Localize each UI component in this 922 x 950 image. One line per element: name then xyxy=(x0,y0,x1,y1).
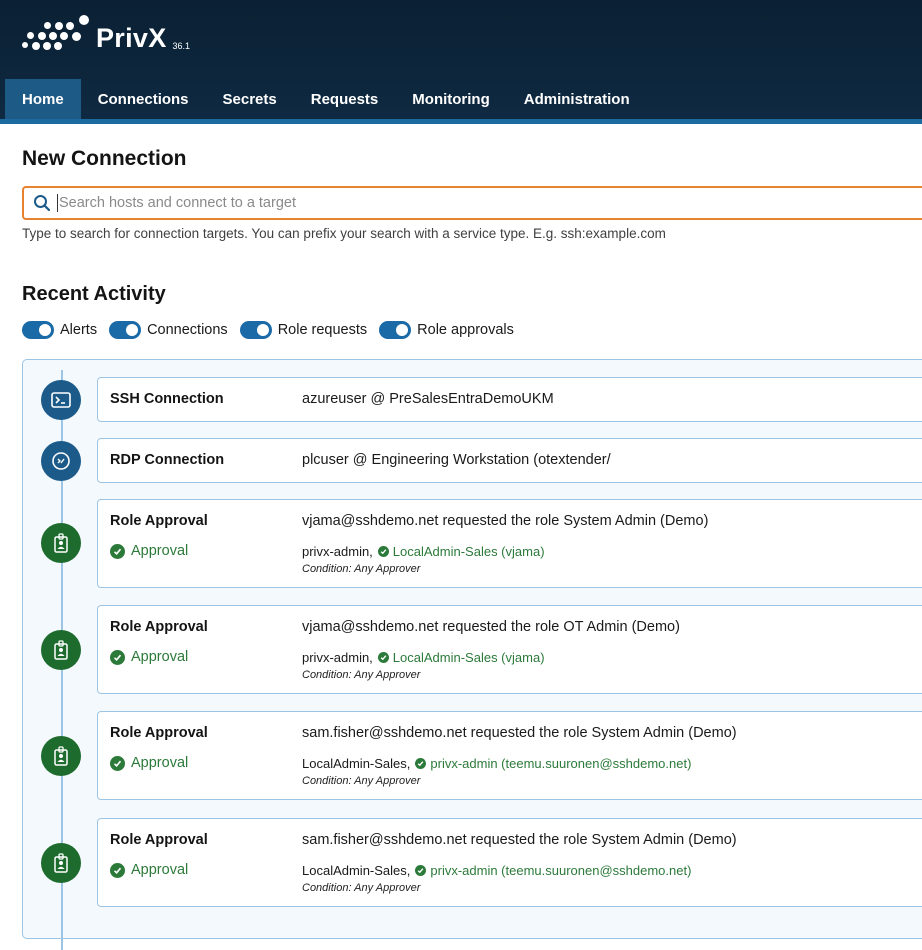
badge-icon xyxy=(41,843,81,883)
approver-approved: LocalAdmin-Sales (vjama) xyxy=(377,650,545,665)
badge-icon xyxy=(41,736,81,776)
approval-status: Approval xyxy=(110,755,188,771)
activity-description: vjama@sshdemo.net requested the role OT … xyxy=(302,619,680,635)
approval-condition: Condition: Any Approver xyxy=(302,669,421,681)
activity-type: Role Approval xyxy=(110,725,208,741)
approver-pending: LocalAdmin-Sales, xyxy=(302,756,411,771)
check-circle-icon xyxy=(110,862,125,878)
filter-connections[interactable]: Connections xyxy=(109,321,228,339)
approval-condition: Condition: Any Approver xyxy=(302,563,421,575)
activity-card[interactable]: RDP Connection plcuser @ Engineering Wor… xyxy=(97,438,922,483)
activity-card[interactable]: Role Approval vjama@sshdemo.net requeste… xyxy=(97,605,922,694)
brand-version: 36.1 xyxy=(172,41,191,51)
filter-label: Connections xyxy=(147,322,228,338)
search-icon xyxy=(31,192,53,214)
terminal-icon xyxy=(41,380,81,420)
filter-label: Alerts xyxy=(60,322,98,338)
approver-approved: privx-admin (teemu.suuronen@sshdemo.net) xyxy=(415,863,691,878)
approval-condition: Condition: Any Approver xyxy=(302,882,421,894)
approver-name: LocalAdmin-Sales (vjama) xyxy=(392,544,545,559)
activity-card[interactable]: Role Approval vjama@sshdemo.net requeste… xyxy=(97,499,922,588)
check-circle-icon xyxy=(377,546,389,557)
badge-icon xyxy=(41,523,81,563)
brand-name: PrivX xyxy=(96,23,167,53)
status-label: Approval xyxy=(131,755,189,771)
app-header: PrivX 36.1 Home Connections Secrets Requ… xyxy=(0,0,922,124)
status-label: Approval xyxy=(131,862,189,878)
filter-label: Role approvals xyxy=(417,322,514,338)
alerts-toggle[interactable] xyxy=(22,321,54,339)
activity-type: Role Approval xyxy=(110,513,208,529)
role-approvals-toggle[interactable] xyxy=(379,321,412,339)
approvers: privx-admin, LocalAdmin-Sales (vjama) xyxy=(302,650,545,665)
approver-pending: LocalAdmin-Sales, xyxy=(302,863,411,878)
approvers: LocalAdmin-Sales, privx-admin (teemu.suu… xyxy=(302,756,691,771)
approver-name: privx-admin (teemu.suuronen@sshdemo.net) xyxy=(430,863,692,878)
main-nav: Home Connections Secrets Requests Monito… xyxy=(5,79,647,119)
check-circle-icon xyxy=(377,652,389,663)
approver-name: LocalAdmin-Sales (vjama) xyxy=(392,650,545,665)
activity-type: SSH Connection xyxy=(110,391,224,407)
privx-logo[interactable]: PrivX 36.1 xyxy=(22,15,191,54)
activity-description: vjama@sshdemo.net requested the role Sys… xyxy=(302,513,709,529)
approver-approved: privx-admin (teemu.suuronen@sshdemo.net) xyxy=(415,756,691,771)
approver-approved: LocalAdmin-Sales (vjama) xyxy=(377,544,545,559)
activity-description: sam.fisher@sshdemo.net requested the rol… xyxy=(302,725,737,741)
activity-filters: Alerts Connections Role requests Role ap… xyxy=(22,321,526,339)
nav-secrets[interactable]: Secrets xyxy=(206,79,294,119)
approver-pending: privx-admin, xyxy=(302,650,373,665)
check-circle-icon xyxy=(415,865,427,876)
filter-alerts[interactable]: Alerts xyxy=(22,321,97,339)
search-input[interactable] xyxy=(57,194,917,212)
nav-home[interactable]: Home xyxy=(5,79,81,119)
nav-connections[interactable]: Connections xyxy=(81,79,206,119)
role-requests-toggle[interactable] xyxy=(239,321,272,339)
check-circle-icon xyxy=(110,755,125,771)
check-circle-icon xyxy=(110,649,125,665)
approver-name: privx-admin (teemu.suuronen@sshdemo.net) xyxy=(430,756,692,771)
status-label: Approval xyxy=(131,543,189,559)
check-circle-icon xyxy=(110,543,125,559)
activity-type: Role Approval xyxy=(110,619,208,635)
filter-role-requests[interactable]: Role requests xyxy=(239,321,368,339)
nav-underline xyxy=(0,119,922,124)
approver-pending: privx-admin, xyxy=(302,544,373,559)
status-label: Approval xyxy=(131,649,189,665)
remote-desktop-icon xyxy=(41,441,81,481)
check-circle-icon xyxy=(415,758,427,769)
approval-condition: Condition: Any Approver xyxy=(302,775,421,787)
approvers: LocalAdmin-Sales, privx-admin (teemu.suu… xyxy=(302,863,691,878)
connections-toggle[interactable] xyxy=(109,321,142,339)
nav-monitoring[interactable]: Monitoring xyxy=(395,79,506,119)
search-help-text: Type to search for connection targets. Y… xyxy=(22,226,666,241)
approval-status: Approval xyxy=(110,543,188,559)
nav-administration[interactable]: Administration xyxy=(507,79,647,119)
filter-label: Role requests xyxy=(277,322,368,338)
activity-description: plcuser @ Engineering Workstation (otext… xyxy=(302,452,611,468)
logo-dots-icon xyxy=(22,15,92,54)
page-title: New Connection xyxy=(22,147,187,170)
activity-description: sam.fisher@sshdemo.net requested the rol… xyxy=(302,832,737,848)
activity-timeline: SSH Connection azureuser @ PreSalesEntra… xyxy=(22,359,922,950)
filter-role-approvals[interactable]: Role approvals xyxy=(379,321,514,339)
approval-status: Approval xyxy=(110,862,188,878)
nav-requests[interactable]: Requests xyxy=(294,79,396,119)
activity-card[interactable]: Role Approval sam.fisher@sshdemo.net req… xyxy=(97,711,922,800)
activity-type: Role Approval xyxy=(110,832,208,848)
approvers: privx-admin, LocalAdmin-Sales (vjama) xyxy=(302,544,545,559)
search-box[interactable] xyxy=(22,186,922,220)
activity-type: RDP Connection xyxy=(110,452,225,468)
activity-card[interactable]: SSH Connection azureuser @ PreSalesEntra… xyxy=(97,377,922,422)
activity-card[interactable]: Role Approval sam.fisher@sshdemo.net req… xyxy=(97,818,922,907)
activity-description: azureuser @ PreSalesEntraDemoUKM xyxy=(302,391,554,407)
recent-activity-title: Recent Activity xyxy=(22,283,166,305)
approval-status: Approval xyxy=(110,649,188,665)
badge-icon xyxy=(41,630,81,670)
